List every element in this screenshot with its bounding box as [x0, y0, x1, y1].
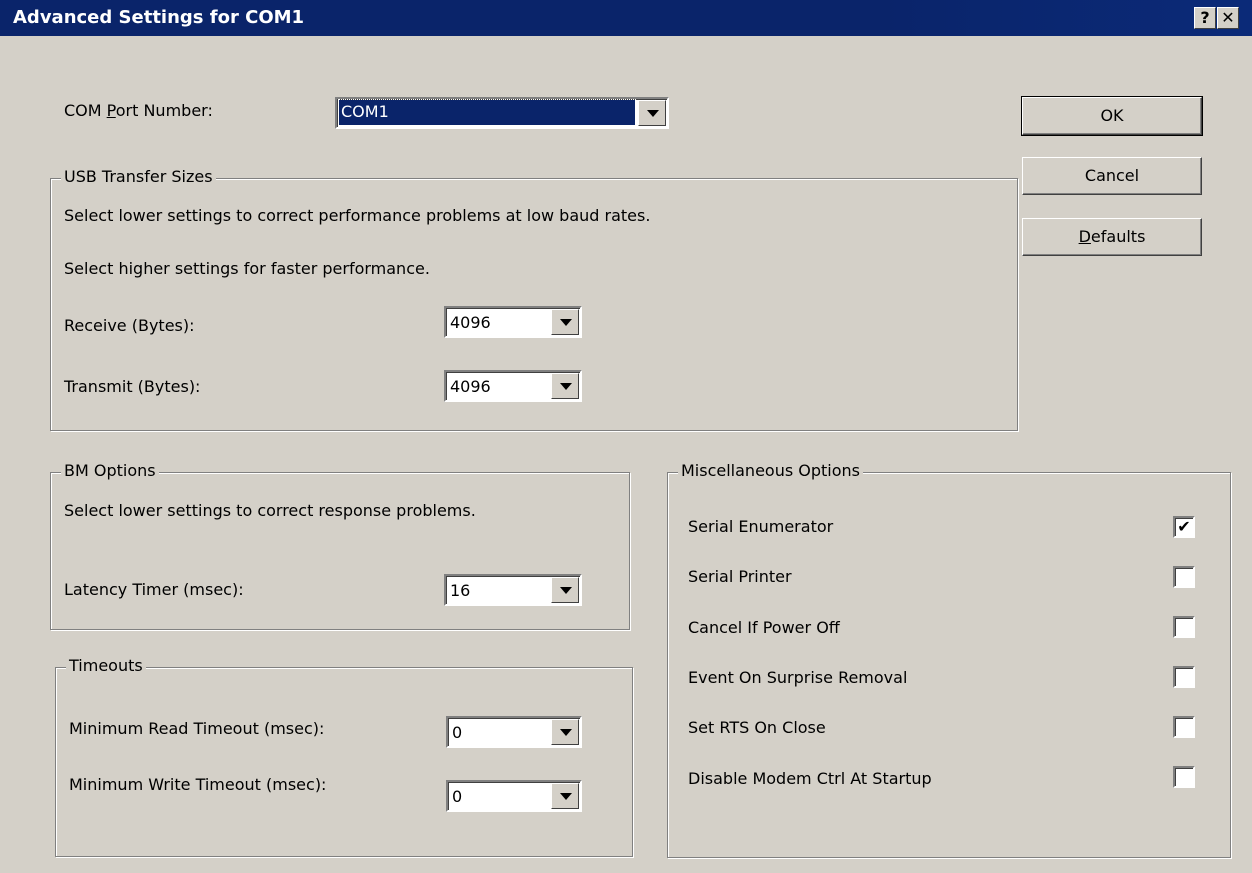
defaults-button[interactable]: Defaults — [1022, 218, 1202, 256]
chevron-down-icon[interactable] — [551, 309, 579, 335]
chevron-down-icon[interactable] — [551, 783, 579, 809]
option-serial-printer-label: Serial Printer — [688, 567, 792, 586]
close-button[interactable]: ✕ — [1217, 7, 1239, 29]
min-read-select[interactable]: 0 — [446, 716, 582, 748]
close-icon: ✕ — [1221, 8, 1235, 27]
option-event-on-surprise-removal-checkbox[interactable] — [1173, 666, 1195, 688]
min-write-value: 0 — [452, 787, 463, 806]
option-serial-enumerator-checkbox[interactable]: ✔ — [1173, 516, 1195, 538]
com-port-value: COM1 — [338, 99, 636, 126]
com-port-label: COM Port Number: — [64, 101, 213, 120]
bm-options-group: BM Options — [50, 461, 630, 630]
option-set-rts-on-close-label: Set RTS On Close — [688, 718, 826, 737]
defaults-access-key: D — [1078, 227, 1091, 246]
chevron-down-icon[interactable] — [551, 373, 579, 399]
checkmark-icon: ✔ — [1177, 517, 1191, 536]
option-cancel-if-power-off-checkbox[interactable] — [1173, 616, 1195, 638]
misc-options-legend: Miscellaneous Options — [678, 461, 863, 480]
option-set-rts-on-close-checkbox[interactable] — [1173, 716, 1195, 738]
min-read-value: 0 — [452, 723, 463, 742]
timeouts-group: Timeouts — [55, 656, 633, 857]
latency-label: Latency Timer (msec): — [64, 580, 244, 599]
option-serial-printer-checkbox[interactable] — [1173, 566, 1195, 588]
com-port-select[interactable]: COM1 — [335, 97, 669, 129]
min-read-label: Minimum Read Timeout (msec): — [69, 719, 325, 738]
help-button[interactable]: ? — [1194, 7, 1216, 29]
bm-options-legend: BM Options — [61, 461, 159, 480]
ok-button[interactable]: OK — [1021, 96, 1203, 136]
transmit-label: Transmit (Bytes): — [64, 377, 201, 396]
timeouts-legend: Timeouts — [66, 656, 146, 675]
option-event-on-surprise-removal-label: Event On Surprise Removal — [688, 668, 908, 687]
latency-value: 16 — [450, 581, 471, 600]
usb-transfer-legend: USB Transfer Sizes — [61, 167, 216, 186]
cancel-button[interactable]: Cancel — [1022, 157, 1202, 195]
option-disable-modem-ctrl-label: Disable Modem Ctrl At Startup — [688, 769, 932, 788]
option-cancel-if-power-off-label: Cancel If Power Off — [688, 618, 840, 637]
receive-select[interactable]: 4096 — [444, 306, 582, 338]
chevron-down-icon[interactable] — [551, 719, 579, 745]
chevron-down-icon[interactable] — [551, 577, 579, 603]
usb-desc-higher: Select higher settings for faster perfor… — [64, 259, 430, 278]
title-bar: Advanced Settings for COM1 ? ✕ — [0, 0, 1252, 36]
option-serial-enumerator-label: Serial Enumerator — [688, 517, 834, 536]
min-write-label: Minimum Write Timeout (msec): — [69, 775, 327, 794]
window-title: Advanced Settings for COM1 — [13, 7, 305, 28]
min-write-select[interactable]: 0 — [446, 780, 582, 812]
com-port-access-key: P — [106, 101, 116, 120]
chevron-down-icon[interactable] — [638, 100, 666, 126]
bm-desc: Select lower settings to correct respons… — [64, 501, 476, 520]
latency-select[interactable]: 16 — [444, 574, 582, 606]
transmit-value: 4096 — [450, 377, 491, 396]
option-disable-modem-ctrl-checkbox[interactable] — [1173, 766, 1195, 788]
receive-label: Receive (Bytes): — [64, 316, 195, 335]
transmit-select[interactable]: 4096 — [444, 370, 582, 402]
receive-value: 4096 — [450, 313, 491, 332]
usb-desc-lower: Select lower settings to correct perform… — [64, 206, 651, 225]
